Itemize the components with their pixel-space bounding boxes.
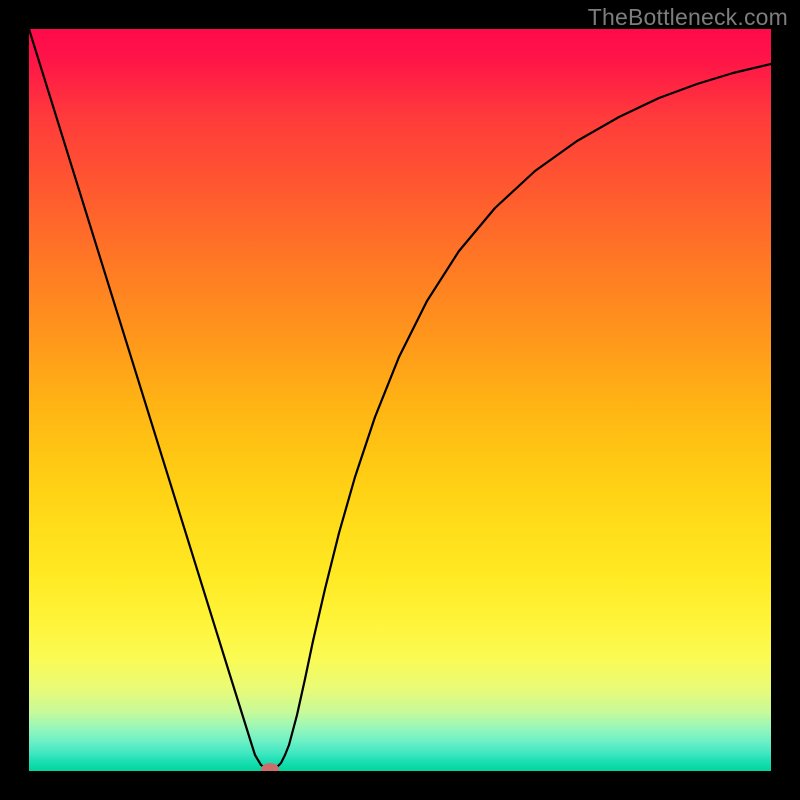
- chart-curve-svg: [29, 29, 771, 771]
- watermark-text: TheBottleneck.com: [588, 4, 788, 31]
- chart-plot-area: [29, 29, 771, 771]
- chart-minimum-marker: [261, 763, 279, 771]
- bottleneck-curve-path: [29, 29, 771, 769]
